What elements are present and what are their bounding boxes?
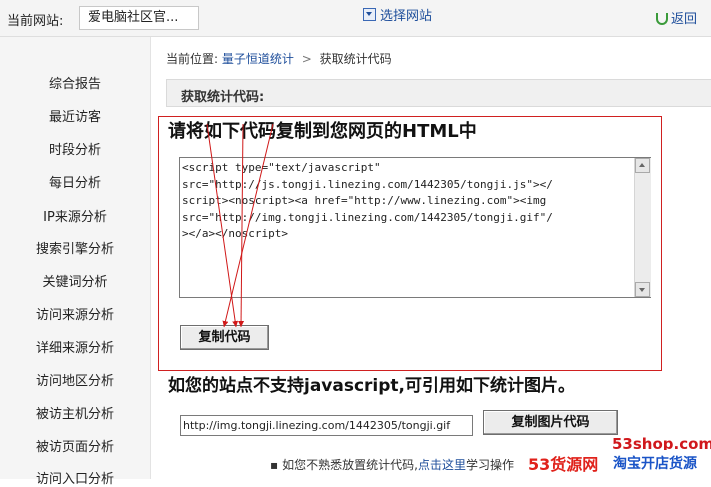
return-label: 返回: [671, 12, 698, 27]
sidebar-item-host[interactable]: 被访主机分析: [0, 403, 150, 422]
help-text-after: 学习操作: [465, 458, 514, 472]
current-site-select[interactable]: 爱电脑社区官...: [79, 6, 199, 30]
sidebar-item-daily-analysis[interactable]: 每日分析: [0, 172, 150, 191]
dropdown-icon: [363, 8, 376, 21]
help-line: ▪ 如您不熟悉放置统计代码,点击这里学习操作: [270, 456, 514, 473]
return-icon: [656, 13, 668, 25]
image-url-input[interactable]: http://img.tongji.linezing.com/1442305/t…: [180, 415, 473, 436]
code-instruction: 请将如下代码复制到您网页的HTML中: [168, 121, 477, 142]
help-text-before: 如您不熟悉放置统计代码,: [282, 458, 418, 472]
code-text: <script type="text/javascript" src="http…: [182, 161, 553, 241]
sidebar-item-time-analysis[interactable]: 时段分析: [0, 139, 150, 158]
sidebar-item-recent-visitors[interactable]: 最近访客: [0, 106, 150, 125]
top-bar: 当前网站: 爱电脑社区官... 选择网站 返回: [0, 0, 711, 36]
breadcrumb-prefix: 当前位置:: [166, 52, 219, 66]
help-link[interactable]: 点击这里: [418, 458, 466, 472]
sidebar-item-detailed-referrer[interactable]: 详细来源分析: [0, 337, 150, 356]
copy-image-code-button[interactable]: 复制图片代码: [483, 410, 618, 435]
current-site-label: 当前网站:: [7, 14, 64, 29]
copy-code-button[interactable]: 复制代码: [180, 325, 269, 350]
breadcrumb-link-home[interactable]: 量子恒道统计: [222, 52, 294, 66]
sidebar-item-entry[interactable]: 访问入口分析: [0, 468, 150, 487]
watermark-banner: 53货源网 淘宝开店货源: [528, 450, 711, 479]
watermark-slogan: 淘宝开店货源: [613, 456, 697, 472]
sidebar-item-overview[interactable]: 综合报告: [0, 73, 150, 92]
choose-site-dropdown[interactable]: 选择网站: [363, 5, 432, 24]
sidebar-item-region[interactable]: 访问地区分析: [0, 370, 150, 389]
sidebar-item-ip-source[interactable]: IP来源分析: [0, 206, 150, 225]
choose-site-label: 选择网站: [380, 9, 433, 24]
section-title: 获取统计代码:: [181, 90, 265, 105]
breadcrumb-current: 获取统计代码: [319, 52, 392, 66]
breadcrumb-separator: >: [301, 52, 312, 66]
image-code-instruction: 如您的站点不支持javascript,可引用如下统计图片。: [168, 376, 576, 396]
return-link[interactable]: 返回: [656, 8, 697, 27]
sidebar-item-page[interactable]: 被访页面分析: [0, 436, 150, 455]
bullet-icon: ▪: [270, 458, 279, 472]
breadcrumb: 当前位置: 量子恒道统计 > 获取统计代码: [166, 50, 392, 67]
section-header: 获取统计代码:: [166, 79, 711, 107]
scroll-down-icon[interactable]: [635, 282, 650, 297]
watermark-brand: 53货源网: [528, 455, 599, 474]
sidebar: 综合报告 最近访客 时段分析 每日分析 IP来源分析 搜索引擎分析 关键词分析 …: [0, 37, 151, 487]
code-textarea[interactable]: <script type="text/javascript" src="http…: [179, 157, 651, 298]
sidebar-item-referrer[interactable]: 访问来源分析: [0, 304, 150, 323]
sidebar-item-keyword[interactable]: 关键词分析: [0, 271, 150, 290]
sidebar-item-search-engine[interactable]: 搜索引擎分析: [0, 238, 150, 257]
code-scrollbar[interactable]: [634, 158, 651, 297]
scroll-up-icon[interactable]: [635, 158, 650, 173]
